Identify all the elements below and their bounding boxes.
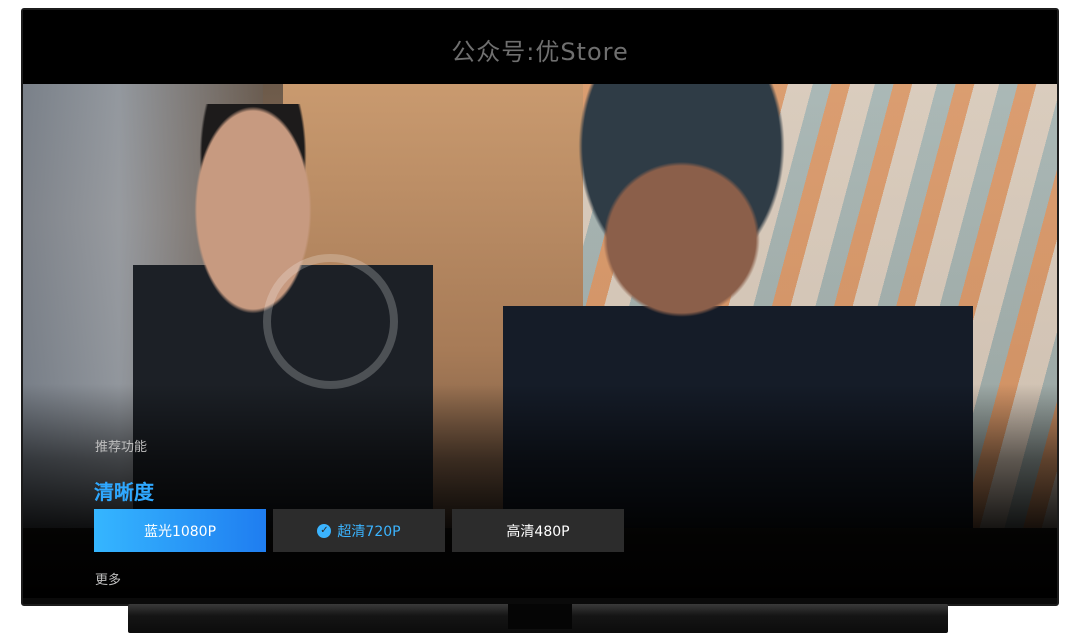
more-section-label[interactable]: 更多 <box>95 569 121 588</box>
quality-option-1080p[interactable]: 蓝光1080P <box>94 509 266 552</box>
top-banner: 公众号:优Store <box>23 10 1057 84</box>
tv-stand-base <box>508 604 572 629</box>
banner-text: 公众号:优Store <box>451 38 629 66</box>
option-label: 超清720P <box>337 523 401 540</box>
quality-option-720p[interactable]: ✓ 超清720P <box>273 509 445 552</box>
settings-overlay <box>23 384 1057 598</box>
option-label: 高清480P <box>506 523 570 540</box>
tv-screen: 推荐功能 清晰度 蓝光1080P ✓ 超清720P 高清480P 更多 <box>23 84 1057 598</box>
section-label: 推荐功能 <box>95 440 148 455</box>
quality-option-480p[interactable]: 高清480P <box>452 509 624 552</box>
watermark <box>263 244 883 404</box>
check-circle-icon: ✓ <box>317 523 332 538</box>
watermark-logo-icon <box>263 254 398 389</box>
quality-heading: 清晰度 <box>94 480 154 504</box>
option-label: 蓝光1080P <box>143 523 217 540</box>
